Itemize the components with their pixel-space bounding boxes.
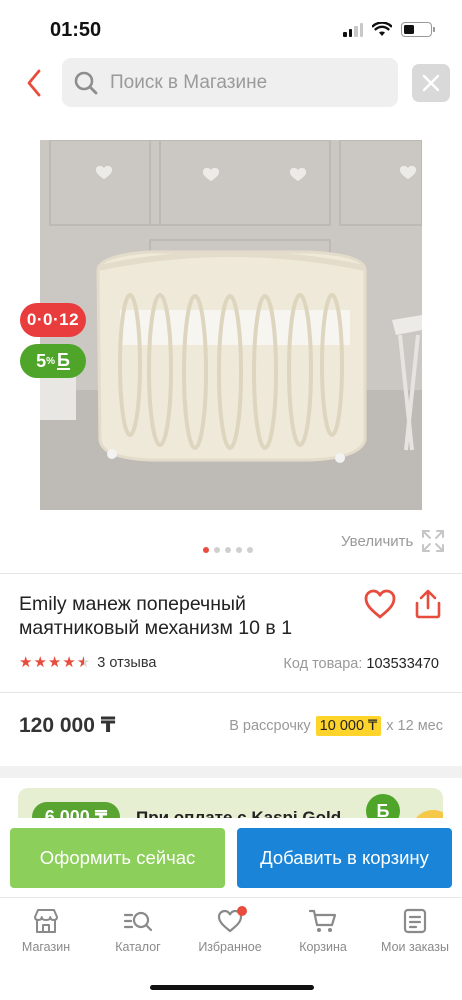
installment-prefix: В рассрочку xyxy=(229,718,311,734)
share-icon xyxy=(415,589,441,619)
star-icon: ★ xyxy=(47,654,62,671)
tab-favorites[interactable]: Избранное xyxy=(184,906,276,954)
catalog-search-icon xyxy=(123,906,153,936)
tab-store[interactable]: Магазин xyxy=(0,906,92,954)
divider xyxy=(0,692,462,693)
status-bar: 01:50 xyxy=(0,0,462,58)
installment-term: x 12 мес xyxy=(386,718,443,734)
notification-dot xyxy=(237,906,247,916)
product-code: Код товара: 103533470 xyxy=(283,656,439,672)
gallery-dot[interactable] xyxy=(247,547,253,553)
product-code-value: 103533470 xyxy=(366,656,439,672)
tab-label: Корзина xyxy=(299,940,347,954)
home-indicator xyxy=(150,985,314,990)
tab-label: Избранное xyxy=(198,940,262,954)
store-icon xyxy=(31,906,61,936)
half-star-icon: ★ xyxy=(76,654,91,671)
product-rating[interactable]: ★ ★ ★ ★ ★ 3 отзыва xyxy=(19,654,156,672)
bonus-symbol: Б xyxy=(56,350,70,370)
reviews-link[interactable]: 3 отзыва xyxy=(97,655,156,671)
search-row xyxy=(0,58,462,108)
divider xyxy=(0,573,462,574)
tab-catalog[interactable]: Каталог xyxy=(92,906,184,954)
star-icon: ★ xyxy=(19,654,33,671)
gallery-pagination xyxy=(203,547,253,553)
installment-info[interactable]: В рассрочку 10 000 ₸ x 12 мес xyxy=(229,716,443,736)
tab-cart[interactable]: Корзина xyxy=(277,906,369,954)
back-button[interactable] xyxy=(20,66,48,100)
product-code-label: Код товара: xyxy=(283,656,363,672)
chevron-left-icon xyxy=(27,69,41,97)
close-icon xyxy=(422,74,440,92)
product-image[interactable] xyxy=(40,140,422,510)
expand-icon xyxy=(422,530,445,552)
bonus-percent: % xyxy=(46,355,55,367)
search-box[interactable] xyxy=(62,58,398,107)
tab-label: Мои заказы xyxy=(381,940,449,954)
gallery-dot[interactable] xyxy=(236,547,242,553)
orders-icon xyxy=(400,906,430,936)
search-icon xyxy=(74,71,98,94)
status-time: 01:50 xyxy=(50,19,102,41)
buy-now-button[interactable]: Оформить сейчас xyxy=(10,828,225,888)
search-input[interactable] xyxy=(110,71,370,94)
installment-badge: 0·0·12 xyxy=(20,303,86,337)
close-search-button[interactable] xyxy=(412,64,450,102)
tab-orders[interactable]: Мои заказы xyxy=(369,906,461,954)
installment-amount: 10 000 ₸ xyxy=(315,716,382,736)
status-icons xyxy=(343,22,435,37)
star-icon: ★ xyxy=(62,654,76,671)
bonus-badge: 5% Б xyxy=(20,344,86,378)
product-title: Emily манеж поперечный маятниковый механ… xyxy=(19,593,293,639)
share-button[interactable] xyxy=(414,588,442,620)
heart-outline-icon xyxy=(364,589,396,619)
gallery-dot[interactable] xyxy=(225,547,231,553)
tab-label: Магазин xyxy=(21,940,71,954)
wifi-icon xyxy=(372,22,392,36)
zoom-button[interactable]: Увеличить xyxy=(341,529,445,553)
section-separator xyxy=(0,766,462,778)
zoom-label: Увеличить xyxy=(341,532,414,550)
heart-icon xyxy=(215,906,247,936)
tab-label: Каталог xyxy=(115,940,161,954)
star-icon: ★ xyxy=(33,654,47,671)
gallery-dot[interactable] xyxy=(203,547,209,553)
gallery-dot[interactable] xyxy=(214,547,220,553)
cellular-signal-icon xyxy=(343,22,363,37)
add-to-cart-button[interactable]: Добавить в корзину xyxy=(237,828,452,888)
bonus-value: 5 xyxy=(36,350,47,371)
purchase-action-bar: Оформить сейчас Добавить в корзину xyxy=(0,818,462,898)
cart-icon xyxy=(308,906,338,936)
favorite-button[interactable] xyxy=(363,588,397,620)
product-price: 120 000 ₸ xyxy=(19,714,116,737)
battery-icon xyxy=(401,22,435,37)
product-photo xyxy=(40,140,422,510)
